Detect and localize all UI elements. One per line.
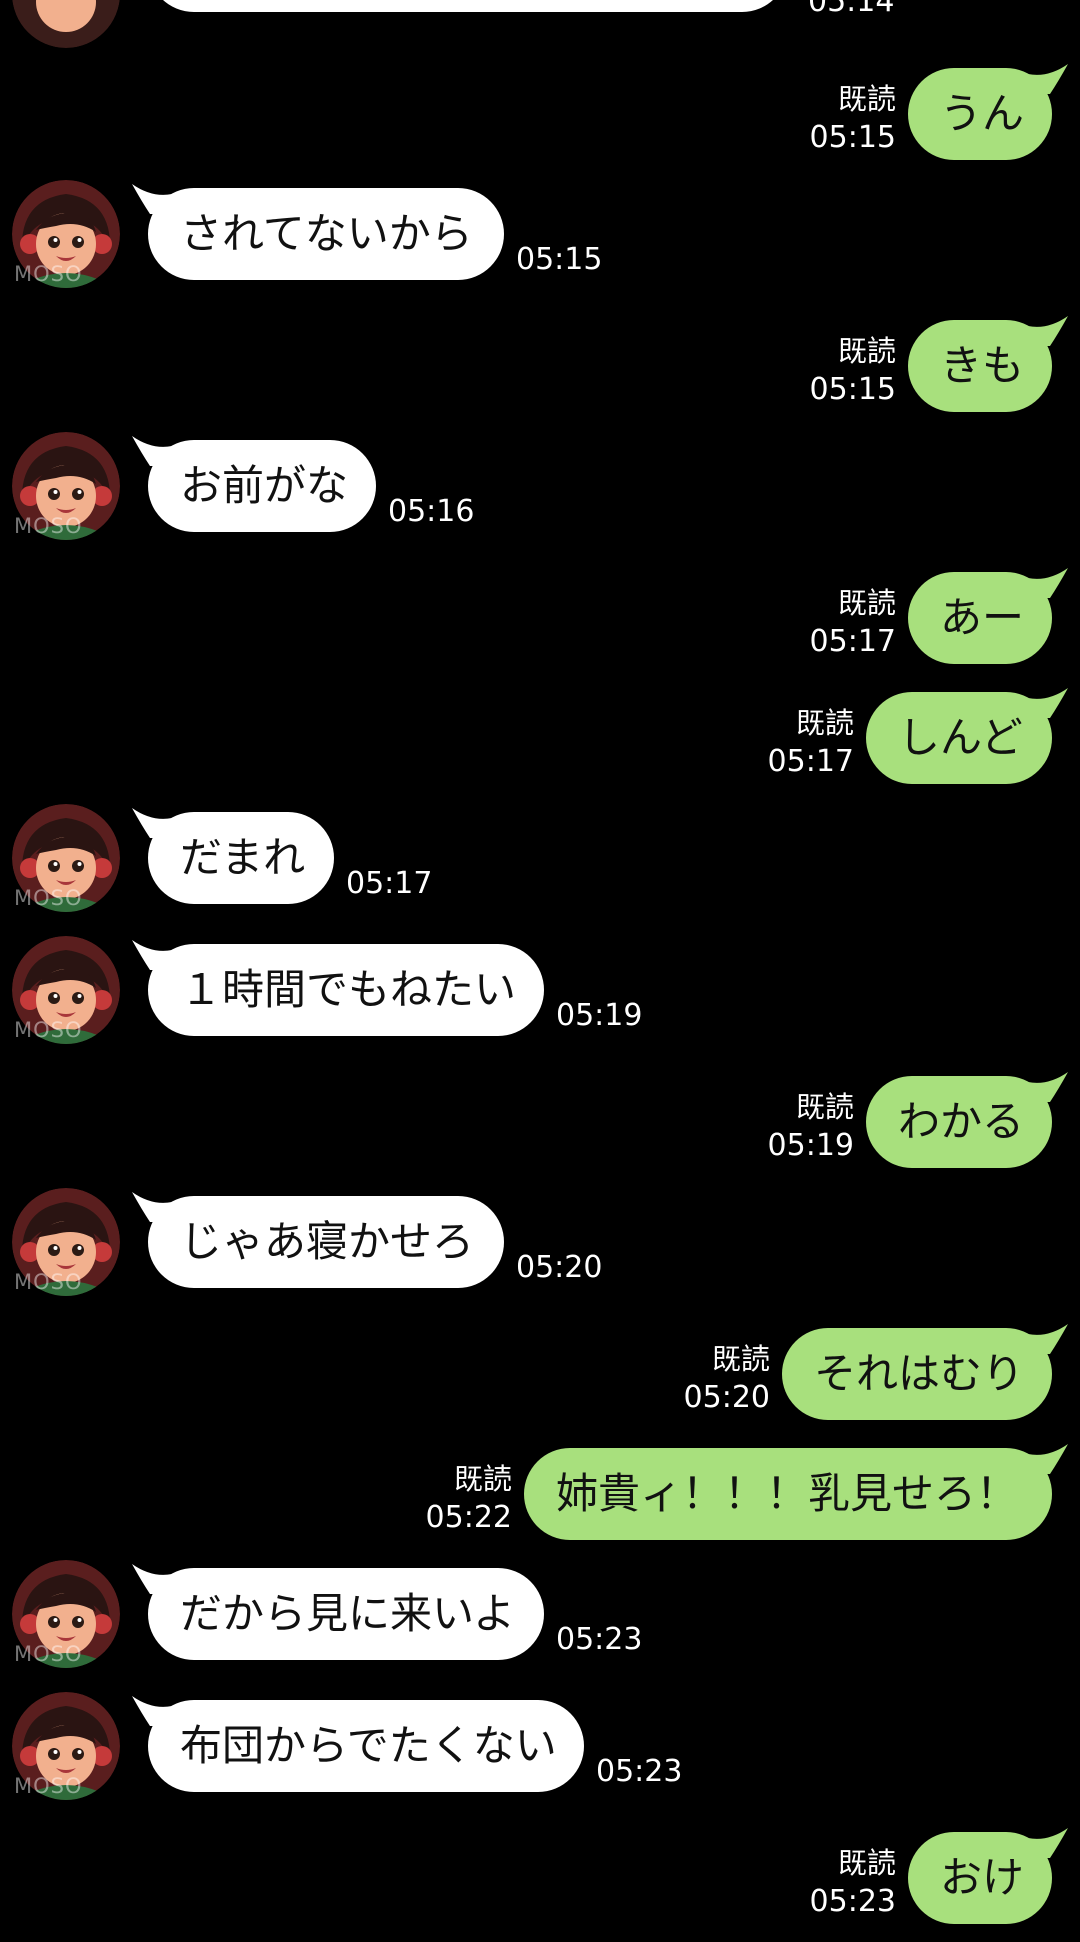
read-receipt: 既読 [711,1342,770,1376]
message-bubble[interactable]: 布団からでたくない [148,1700,584,1792]
incoming-message-row: MOSO だまれ 05:17 [0,804,1080,922]
avatar-watermark: MOSO [14,886,83,910]
read-receipt: 既読 [795,1090,854,1124]
message-bubble[interactable]: あー [908,572,1052,664]
read-receipt: 既読 [837,334,896,368]
message-meta: 既読 05:17 [810,584,896,662]
outgoing-message-row: それはむり 既読 05:20 [0,1324,1080,1438]
outgoing-message-row: うん 既読 05:15 [0,64,1080,178]
message-meta: 既読 05:15 [810,80,896,158]
message-time: 05:15 [809,372,896,407]
incoming-message-row: MOSO １時間でもねたい 05:19 [0,936,1080,1054]
incoming-message-row: MOSO されてないから 05:15 [0,180,1080,298]
message-bubble[interactable]: じゃあ寝かせろ [148,1196,504,1288]
avatar-watermark: MOSO [14,1270,83,1294]
outgoing-message-row: きも 既読 05:15 [0,316,1080,430]
message-bubble[interactable]: うん [908,68,1052,160]
message-meta: 既読 05:20 [684,1340,770,1418]
avatar-girl-icon [12,0,120,48]
message-meta: 既読 05:23 [810,1844,896,1922]
message-meta: 既読 05:15 [810,332,896,410]
contact-avatar[interactable] [12,0,120,48]
outgoing-message-row: 姉貴ィ！！！乳見せろ！ 既読 05:22 [0,1444,1080,1558]
outgoing-message-row: おけ 既読 05:23 [0,1828,1080,1942]
message-bubble[interactable]: しんど [866,692,1052,784]
incoming-message-row: MOSO だから見に来いよ 05:23 [0,1560,1080,1678]
read-receipt: 既読 [837,1846,896,1880]
message-time: 05:23 [596,1754,683,1789]
message-bubble[interactable]: だから見に来いよ [148,1568,544,1660]
message-time: 05:15 [809,120,896,155]
message-bubble[interactable]: きも [908,320,1052,412]
incoming-message-row: MOSO じゃあ寝かせろ 05:20 [0,1188,1080,1306]
avatar-watermark: MOSO [14,1018,83,1042]
message-time: 05:16 [388,494,475,529]
outgoing-message-row: わかる 既読 05:19 [0,1072,1080,1186]
message-bubble[interactable]: それはむり [782,1328,1052,1420]
incoming-message-row: MOSO 布団からでたくない 05:23 [0,1692,1080,1810]
message-time: 05:20 [516,1250,603,1285]
message-time: 05:22 [425,1500,512,1535]
message-meta: 既読 05:22 [426,1460,512,1538]
message-bubble[interactable]: 姉貴ィ！！！乳見せろ！ [524,1448,1052,1540]
message-bubble[interactable]: おけ [908,1832,1052,1924]
avatar-watermark: MOSO [14,1774,83,1798]
partial-top-row: 05:14 [0,0,1080,48]
outgoing-message-row: あー 既読 05:17 [0,568,1080,682]
read-receipt: 既読 [837,586,896,620]
message-time: 05:17 [809,624,896,659]
incoming-message-row: MOSO お前がな 05:16 [0,432,1080,550]
message-time: 05:14 [808,0,895,19]
message-time: 05:17 [767,744,854,779]
message-time: 05:15 [516,242,603,277]
message-time: 05:17 [346,866,433,901]
message-meta: 既読 05:17 [768,704,854,782]
message-meta: 既読 05:19 [768,1088,854,1166]
message-time: 05:19 [767,1128,854,1163]
message-bubble[interactable]: １時間でもねたい [148,944,544,1036]
chat-message-list[interactable]: 05:14 うん 既読 05:15 MOSO されてないから 05:15 きも 既読 05:15… [0,0,1080,1925]
read-receipt: 既読 [453,1462,512,1496]
message-time: 05:23 [809,1884,896,1919]
avatar-watermark: MOSO [14,262,83,286]
read-receipt: 既読 [795,706,854,740]
message-bubble[interactable] [148,0,788,12]
message-bubble[interactable]: されてないから [148,188,504,280]
message-bubble[interactable]: お前がな [148,440,376,532]
message-time: 05:23 [556,1622,643,1657]
read-receipt: 既読 [837,82,896,116]
message-bubble[interactable]: だまれ [148,812,334,904]
message-time: 05:20 [683,1380,770,1415]
avatar-watermark: MOSO [14,1642,83,1666]
message-time: 05:19 [556,998,643,1033]
message-bubble[interactable]: わかる [866,1076,1052,1168]
outgoing-message-row: しんど 既読 05:17 [0,688,1080,802]
avatar-watermark: MOSO [14,514,83,538]
